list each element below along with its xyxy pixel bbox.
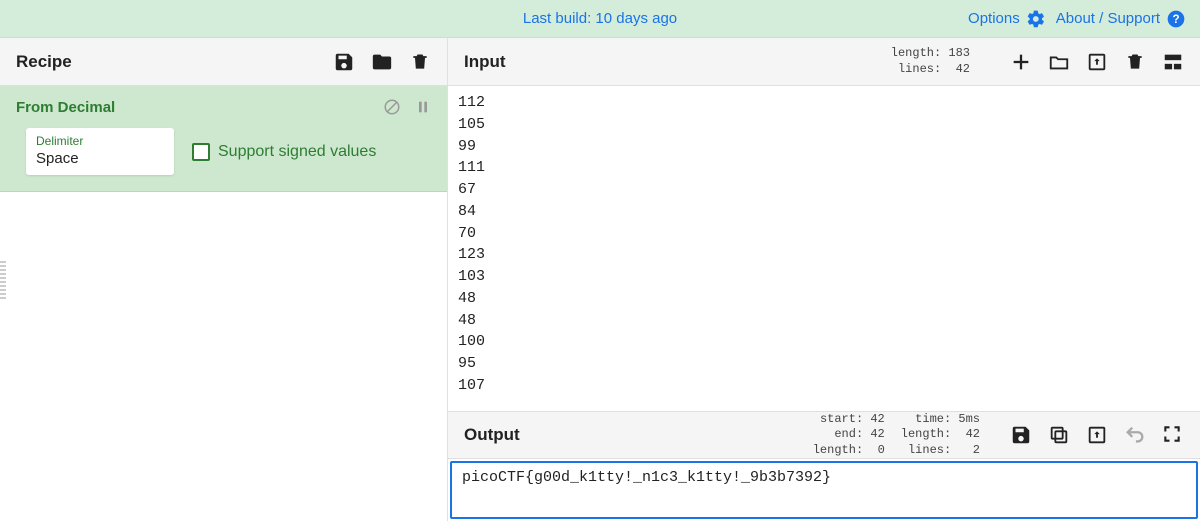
signed-checkbox[interactable]: Support signed values bbox=[192, 143, 376, 161]
input-toolbar bbox=[1010, 51, 1184, 73]
recipe-toolbar bbox=[333, 51, 431, 73]
about-link[interactable]: About / Support ? bbox=[1056, 9, 1186, 29]
main-layout: Recipe From Decimal bbox=[0, 38, 1200, 521]
help-icon: ? bbox=[1166, 9, 1186, 29]
clear-input-button[interactable] bbox=[1124, 51, 1146, 73]
delimiter-label: Delimiter bbox=[36, 134, 164, 148]
signed-label: Support signed values bbox=[218, 143, 376, 161]
delimiter-select[interactable]: Delimiter Space bbox=[26, 128, 174, 175]
replace-input-button[interactable] bbox=[1086, 424, 1108, 446]
load-recipe-button[interactable] bbox=[371, 51, 393, 73]
toggle-layout-button[interactable] bbox=[1162, 51, 1184, 73]
output-stats: start: 42 end: 42 length: 0 time: 5ms le… bbox=[813, 412, 980, 459]
open-folder-button[interactable] bbox=[1048, 51, 1070, 73]
disable-icon[interactable] bbox=[383, 98, 401, 116]
drag-grip[interactable] bbox=[0, 261, 6, 301]
pause-icon[interactable] bbox=[415, 98, 431, 116]
banner-right: Options About / Support ? bbox=[968, 9, 1186, 29]
input-stats: length: 183 lines: 42 bbox=[891, 46, 970, 77]
delimiter-value: Space bbox=[36, 150, 164, 167]
io-column: Input length: 183 lines: 42 bbox=[448, 38, 1200, 521]
build-notice[interactable]: Last build: 10 days ago bbox=[523, 10, 677, 27]
output-title: Output bbox=[464, 425, 520, 445]
save-recipe-button[interactable] bbox=[333, 51, 355, 73]
save-output-button[interactable] bbox=[1010, 424, 1032, 446]
maximize-button[interactable] bbox=[1162, 424, 1184, 446]
recipe-header: Recipe bbox=[0, 38, 447, 86]
options-link[interactable]: Options bbox=[968, 9, 1046, 29]
operation-name: From Decimal bbox=[16, 99, 115, 116]
clear-recipe-button[interactable] bbox=[409, 51, 431, 73]
gear-icon bbox=[1026, 9, 1046, 29]
recipe-title: Recipe bbox=[16, 52, 72, 72]
add-input-button[interactable] bbox=[1010, 51, 1032, 73]
output-header: Output start: 42 end: 42 length: 0 time:… bbox=[448, 411, 1200, 459]
output-toolbar bbox=[1010, 424, 1184, 446]
operation-from-decimal[interactable]: From Decimal Delimiter Space S bbox=[0, 86, 447, 192]
input-title: Input bbox=[464, 52, 506, 72]
about-label: About / Support bbox=[1056, 10, 1160, 27]
undo-button[interactable] bbox=[1124, 424, 1146, 446]
svg-text:?: ? bbox=[1172, 13, 1179, 26]
operation-header: From Decimal bbox=[0, 86, 447, 120]
checkbox-icon bbox=[192, 143, 210, 161]
copy-output-button[interactable] bbox=[1048, 424, 1070, 446]
recipe-column: Recipe From Decimal bbox=[0, 38, 448, 521]
operation-body: Delimiter Space Support signed values bbox=[0, 120, 447, 191]
options-label: Options bbox=[968, 10, 1020, 27]
output-textarea[interactable]: picoCTF{g00d_k1tty!_n1c3_k1tty!_9b3b7392… bbox=[450, 461, 1198, 519]
open-file-button[interactable] bbox=[1086, 51, 1108, 73]
notice-banner: Last build: 10 days ago Options About / … bbox=[0, 0, 1200, 38]
input-header: Input length: 183 lines: 42 bbox=[448, 38, 1200, 86]
input-textarea[interactable]: 112 105 99 111 67 84 70 123 103 48 48 10… bbox=[448, 86, 1200, 411]
operation-controls bbox=[383, 98, 431, 116]
